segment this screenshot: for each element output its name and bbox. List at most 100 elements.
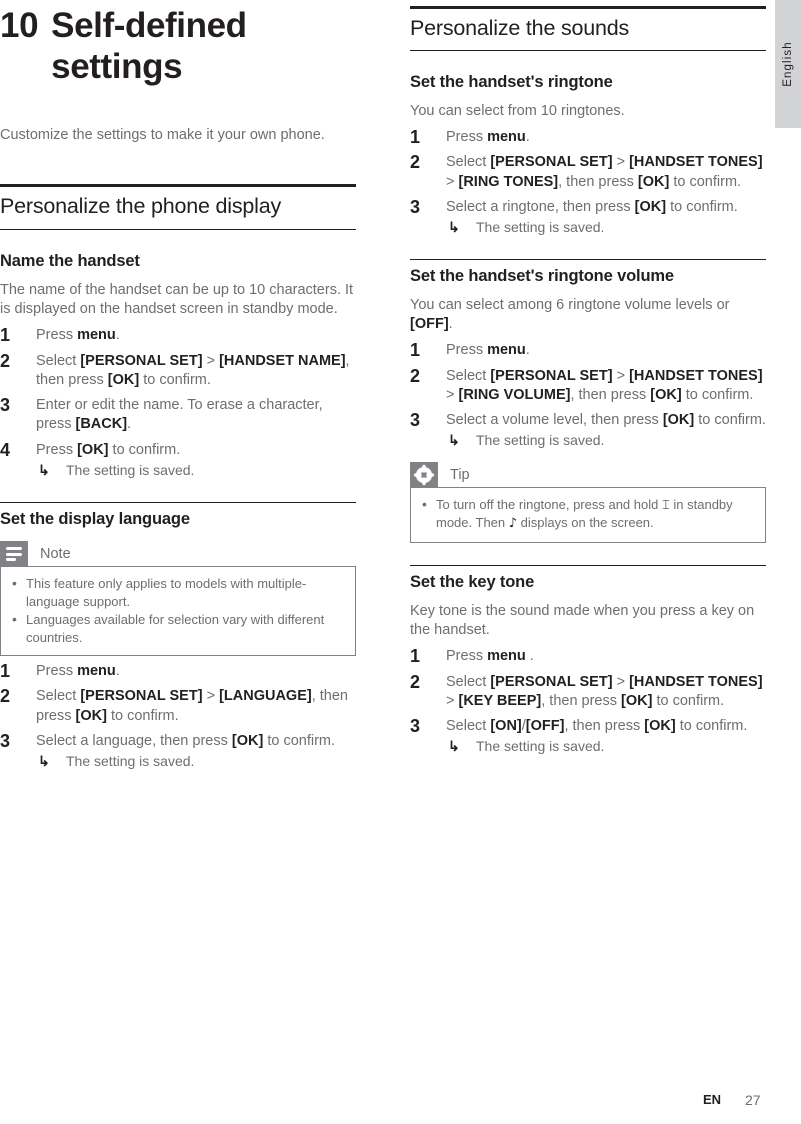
- plain-text: to confirm.: [108, 441, 181, 458]
- emphasis-text: [OFF]: [525, 718, 565, 735]
- plain-text: .: [525, 342, 530, 359]
- step-item: 3 Select a ringtone, then press [OK] to c…: [410, 197, 766, 237]
- result-text: The setting is saved.: [476, 432, 605, 449]
- subsection-name-the-handset: Name the handset The name of the handset…: [0, 252, 356, 480]
- emphasis-text: menu: [487, 342, 526, 359]
- emphasis-text: [RING VOLUME]: [458, 386, 571, 403]
- note-callout-body: • This feature only applies to models wit…: [0, 566, 356, 657]
- chapter-intro: Customize the settings to make it your o…: [0, 126, 325, 143]
- step-item: 1 Press menu.: [0, 325, 356, 345]
- result-arrow-icon: ↳: [38, 462, 50, 479]
- emphasis-text: [HANDSET TONES]: [629, 367, 763, 384]
- subsection-title: Name the handset: [0, 251, 140, 270]
- bullet-item: • This feature only applies to models wit…: [11, 575, 345, 610]
- chapter-title: 10 Self-defined settings: [0, 0, 356, 88]
- emphasis-text: [PERSONAL SET]: [80, 352, 203, 369]
- step-item: 3 Select [ON]/[OFF], then press [OK] to c…: [410, 716, 766, 756]
- step-result: ↳ The setting is saved.: [36, 461, 356, 480]
- step-result: ↳ The setting is saved.: [446, 218, 766, 237]
- plain-text: >: [446, 386, 459, 403]
- note-callout-label: Note: [40, 546, 71, 563]
- tip-callout-body: • To turn off the ringtone, press and hol…: [410, 487, 766, 543]
- note-callout: Note • This feature only applies to model…: [0, 541, 356, 657]
- emphasis-text: [OK]: [634, 198, 667, 215]
- plain-text: , then press: [541, 692, 622, 709]
- subsection-set-ringtone: Set the handset's ringtone You can selec…: [410, 73, 766, 236]
- subsection-intro: The name of the handset can be up to 10 …: [0, 281, 354, 318]
- plain-text: .: [115, 663, 120, 680]
- plain-text: Select a ringtone, then press: [446, 198, 635, 215]
- step-list: 1 Press menu. 2 Select [PERSONAL SET] > [HA…: [410, 127, 766, 237]
- plain-text: Select: [36, 352, 81, 369]
- emphasis-text: [PERSONAL SET]: [80, 688, 203, 705]
- plain-text: .: [448, 316, 453, 333]
- plain-text: Select: [446, 154, 491, 171]
- plain-text: >: [202, 352, 220, 369]
- step-text: Press menu.: [446, 342, 530, 358]
- step-list: 1 Press menu. 2 Select [PERSONAL SET] > [HA…: [0, 325, 356, 480]
- section-rule-top: [410, 6, 766, 9]
- emphasis-text: [OK]: [662, 412, 695, 429]
- step-item: 2 Select [PERSONAL SET] > [HANDSET TONES]…: [410, 366, 766, 406]
- left-column: 10 Self-defined settings Customize the s…: [0, 0, 356, 771]
- section-title: Personalize the sounds: [410, 16, 766, 52]
- bullet-dot-icon: •: [12, 611, 17, 628]
- emphasis-text: [OFF]: [410, 316, 449, 333]
- emphasis-text: menu: [77, 327, 116, 344]
- plain-text: .: [525, 648, 534, 665]
- emphasis-text: [HANDSET TONES]: [629, 673, 763, 690]
- emphasis-text: [LANGUAGE]: [219, 688, 312, 705]
- page-footer: EN 27: [0, 1092, 801, 1110]
- subsection-title: Set the display language: [0, 509, 190, 528]
- plain-text: Select: [446, 718, 491, 735]
- plain-text: .: [127, 416, 132, 433]
- plain-text: , then press: [570, 386, 651, 403]
- subsection-title: Set the handset's ringtone volume: [410, 266, 674, 285]
- emphasis-text: [OK]: [77, 441, 109, 458]
- step-result: ↳ The setting is saved.: [446, 431, 766, 450]
- bullet-text: Languages available for selection vary w…: [26, 612, 325, 645]
- step-result: ↳ The setting is saved.: [446, 737, 766, 756]
- step-text: Select [PERSONAL SET] > [HANDSET TONES] …: [446, 674, 763, 709]
- emphasis-text: menu: [77, 663, 116, 680]
- emphasis-text: [PERSONAL SET]: [490, 673, 613, 690]
- plain-text: to confirm.: [675, 718, 748, 735]
- step-text: Select a ringtone, then press [OK] to co…: [446, 199, 738, 215]
- emphasis-text: [HANDSET NAME]: [219, 352, 346, 369]
- chapter-name: Self-defined settings: [51, 6, 247, 86]
- result-arrow-icon: ↳: [448, 219, 460, 236]
- step-item: 2 Select [PERSONAL SET] > [LANGUAGE], the…: [0, 686, 356, 726]
- emphasis-text: [PERSONAL SET]: [490, 154, 613, 171]
- note-callout-header: Note: [0, 541, 356, 568]
- emphasis-text: [ON]: [490, 718, 522, 735]
- plain-text: displays on the screen.: [517, 515, 654, 531]
- step-list: 1 Press menu. 2 Select [PERSONAL SET] > [HA…: [410, 340, 766, 450]
- section-heading-sounds: Personalize the sounds: [410, 6, 766, 52]
- emphasis-text: [OK]: [107, 371, 140, 388]
- plain-text: , then press: [564, 718, 645, 735]
- plain-text: to confirm.: [694, 412, 766, 429]
- step-item: 2 Select [PERSONAL SET] > [HANDSET TONES]…: [410, 152, 766, 192]
- section-heading-phone-display: Personalize the phone display: [0, 184, 356, 230]
- step-list: 1 Press menu. 2 Select [PERSONAL SET] > [LA…: [0, 661, 356, 771]
- plain-text: .: [115, 327, 120, 344]
- plain-text: Press: [36, 327, 78, 344]
- bullet-item: • To turn off the ringtone, press and hol…: [421, 496, 755, 533]
- emphasis-text: menu: [487, 129, 526, 146]
- plain-text: Select: [446, 673, 491, 690]
- emphasis-text: [OK]: [650, 386, 682, 403]
- plain-text: to confirm.: [669, 173, 742, 190]
- step-number: 3: [0, 730, 11, 751]
- step-item: 1 Press menu .: [410, 646, 766, 666]
- plain-text: >: [202, 688, 220, 705]
- mute-glyph-icon: ♪: [508, 516, 518, 532]
- result-text: The setting is saved.: [66, 462, 195, 479]
- language-edge-tab: English: [775, 0, 801, 128]
- step-item: 3 Select a language, then press [OK] to c…: [0, 730, 356, 771]
- subsection-title: Set the handset's ringtone: [410, 73, 613, 92]
- step-item: 3 Enter or edit the name. To erase a char…: [0, 395, 356, 435]
- step-number: 3: [410, 410, 421, 431]
- step-item: 2 Select [PERSONAL SET] > [HANDSET TONES]…: [410, 672, 766, 712]
- language-edge-tab-label: English: [782, 41, 794, 87]
- step-number: 4: [0, 439, 11, 460]
